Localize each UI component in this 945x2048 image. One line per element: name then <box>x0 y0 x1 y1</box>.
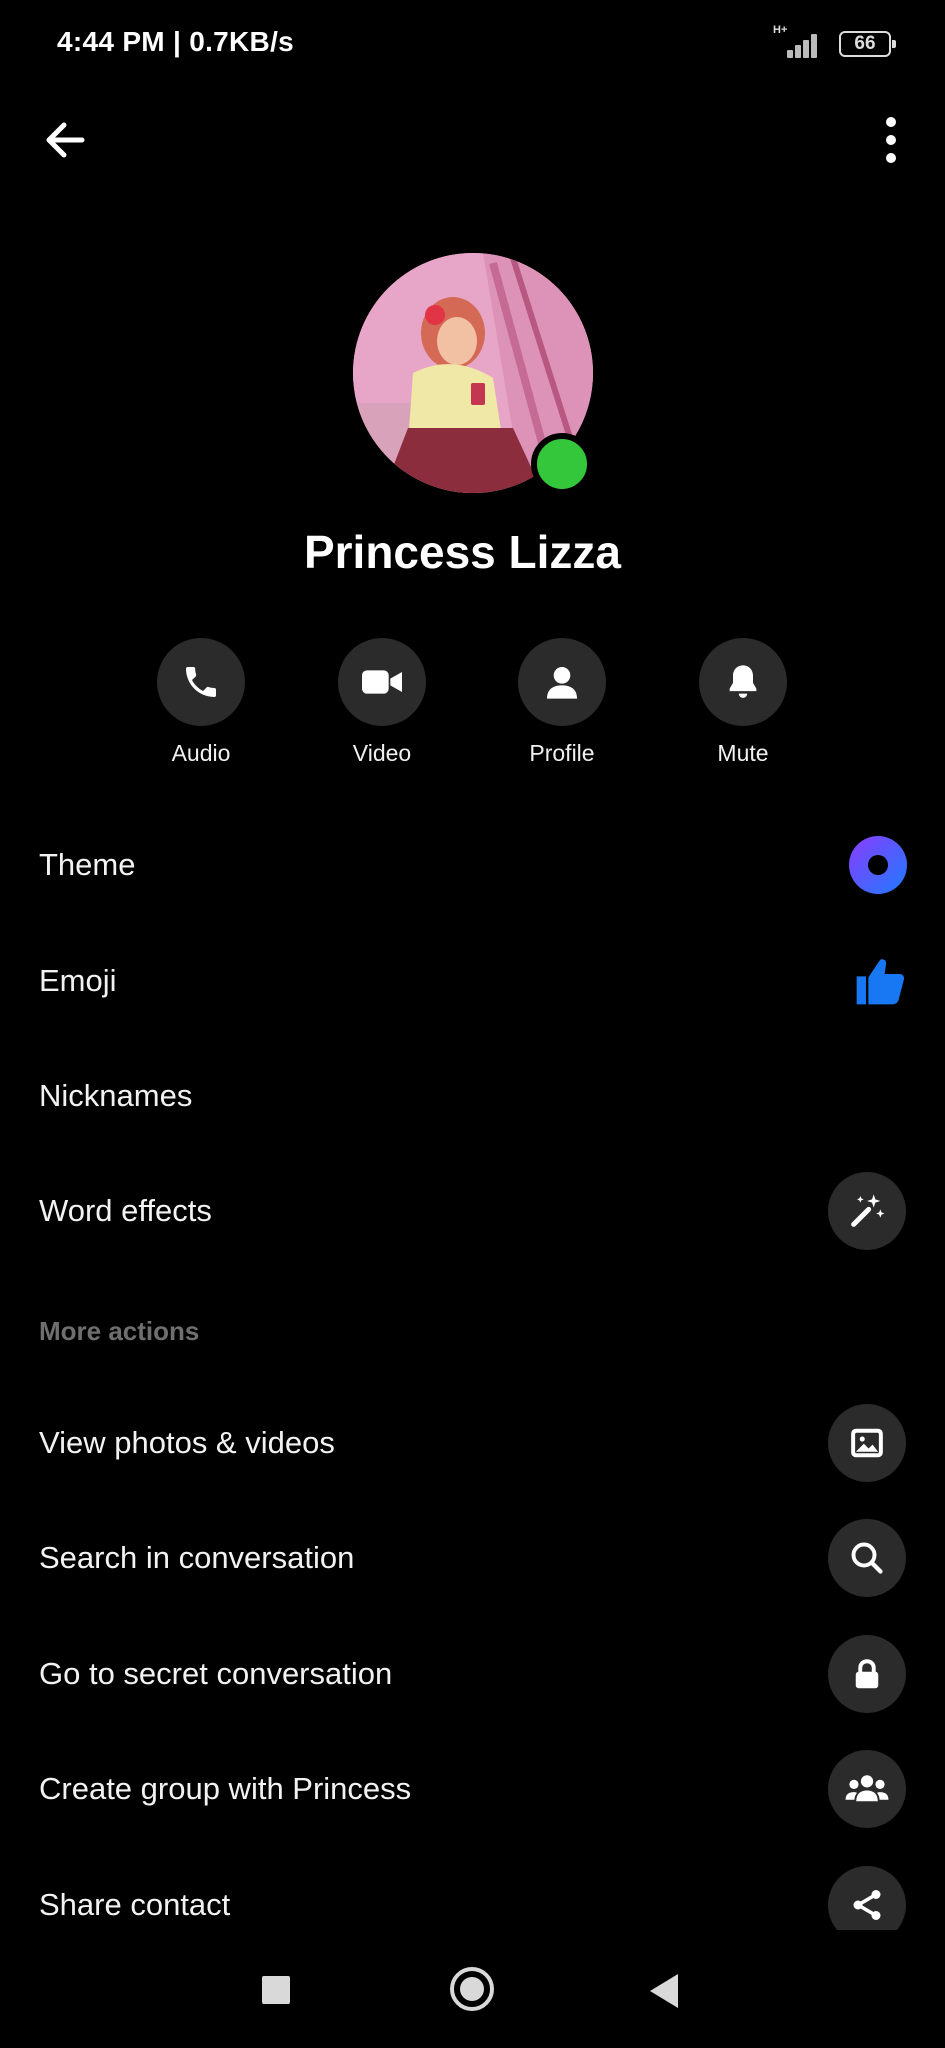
menu-item-emoji[interactable]: Emoji <box>0 931 945 1031</box>
status-bar: 4:44 PM | 0.7KB/s H+ 66 <box>0 0 945 90</box>
menu-item-word-effects[interactable]: Word effects <box>0 1161 945 1261</box>
battery-icon: 66 <box>839 31 896 57</box>
theme-icon <box>848 835 908 895</box>
person-icon <box>547 667 577 699</box>
search-label: Search in conversation <box>39 1540 355 1575</box>
video-label: Video <box>352 740 412 766</box>
search-icon-circle <box>828 1519 906 1597</box>
word-effects-label: Word effects <box>39 1193 212 1228</box>
online-status-dot <box>531 433 593 495</box>
share-icon-circle <box>828 1866 906 1933</box>
group-icon <box>845 1775 889 1802</box>
arrow-left-icon <box>46 122 85 158</box>
recents-button[interactable] <box>262 1976 290 2004</box>
mute-circle <box>699 638 787 726</box>
group-icon-circle <box>828 1750 906 1828</box>
menu-item-create-group[interactable]: Create group with Princess <box>0 1739 945 1839</box>
lock-icon <box>855 1659 879 1689</box>
profile-name: Princess Lizza <box>303 526 622 578</box>
profile-circle <box>518 638 606 726</box>
signal-icon: H+ <box>773 24 825 60</box>
battery-level: 66 <box>854 33 876 54</box>
more-options-button[interactable] <box>849 110 909 170</box>
search-icon <box>851 1542 883 1574</box>
share-contact-label: Share contact <box>39 1887 231 1922</box>
view-photos-icon-circle <box>828 1404 906 1482</box>
network-type: H+ <box>773 24 788 36</box>
video-camera-icon <box>362 670 402 694</box>
home-button[interactable] <box>450 1967 494 2011</box>
more-actions-header: More actions <box>39 1316 200 1346</box>
quick-actions: Audio Video Profile Mute <box>0 638 945 778</box>
menu-item-search[interactable]: Search in conversation <box>0 1508 945 1608</box>
secret-conversation-label: Go to secret conversation <box>39 1656 393 1691</box>
menu-item-theme[interactable]: Theme <box>0 815 945 915</box>
video-call-button[interactable]: Video <box>312 638 452 767</box>
video-circle <box>338 638 426 726</box>
phone-icon <box>186 667 216 697</box>
mute-label: Mute <box>717 740 769 766</box>
menu-item-view-photos[interactable]: View photos & videos <box>0 1393 945 1493</box>
view-photos-label: View photos & videos <box>39 1425 335 1460</box>
image-icon <box>851 1428 883 1458</box>
audio-call-button[interactable]: Audio <box>131 638 271 767</box>
lock-icon-circle <box>828 1635 906 1713</box>
bell-icon <box>729 665 757 698</box>
menu-item-secret-conversation[interactable]: Go to secret conversation <box>0 1624 945 1724</box>
system-back-button[interactable] <box>650 1974 678 2008</box>
create-group-label: Create group with Princess <box>39 1771 412 1806</box>
status-time: 4:44 PM | 0.7KB/s <box>57 26 295 57</box>
system-nav-bar <box>0 1930 945 2048</box>
more-vertical-icon <box>886 117 896 163</box>
magic-wand-icon <box>851 1194 885 1227</box>
menu-item-nicknames[interactable]: Nicknames <box>0 1046 945 1146</box>
emoji-label: Emoji <box>39 963 117 998</box>
top-nav <box>0 100 945 180</box>
thumbs-up-icon <box>852 953 908 1009</box>
audio-label: Audio <box>171 740 231 766</box>
back-button[interactable] <box>36 110 96 170</box>
status-icons: H+ 66 <box>773 24 896 62</box>
menu-item-share-contact[interactable]: Share contact <box>0 1855 945 1933</box>
profile-avatar[interactable] <box>353 253 593 495</box>
profile-label: Profile <box>529 740 595 766</box>
theme-label: Theme <box>39 847 136 882</box>
audio-circle <box>157 638 245 726</box>
mute-button[interactable]: Mute <box>673 638 813 767</box>
profile-button[interactable]: Profile <box>492 638 632 767</box>
nicknames-label: Nicknames <box>39 1078 193 1113</box>
word-effects-icon-circle <box>828 1172 906 1250</box>
share-icon <box>853 1890 881 1920</box>
